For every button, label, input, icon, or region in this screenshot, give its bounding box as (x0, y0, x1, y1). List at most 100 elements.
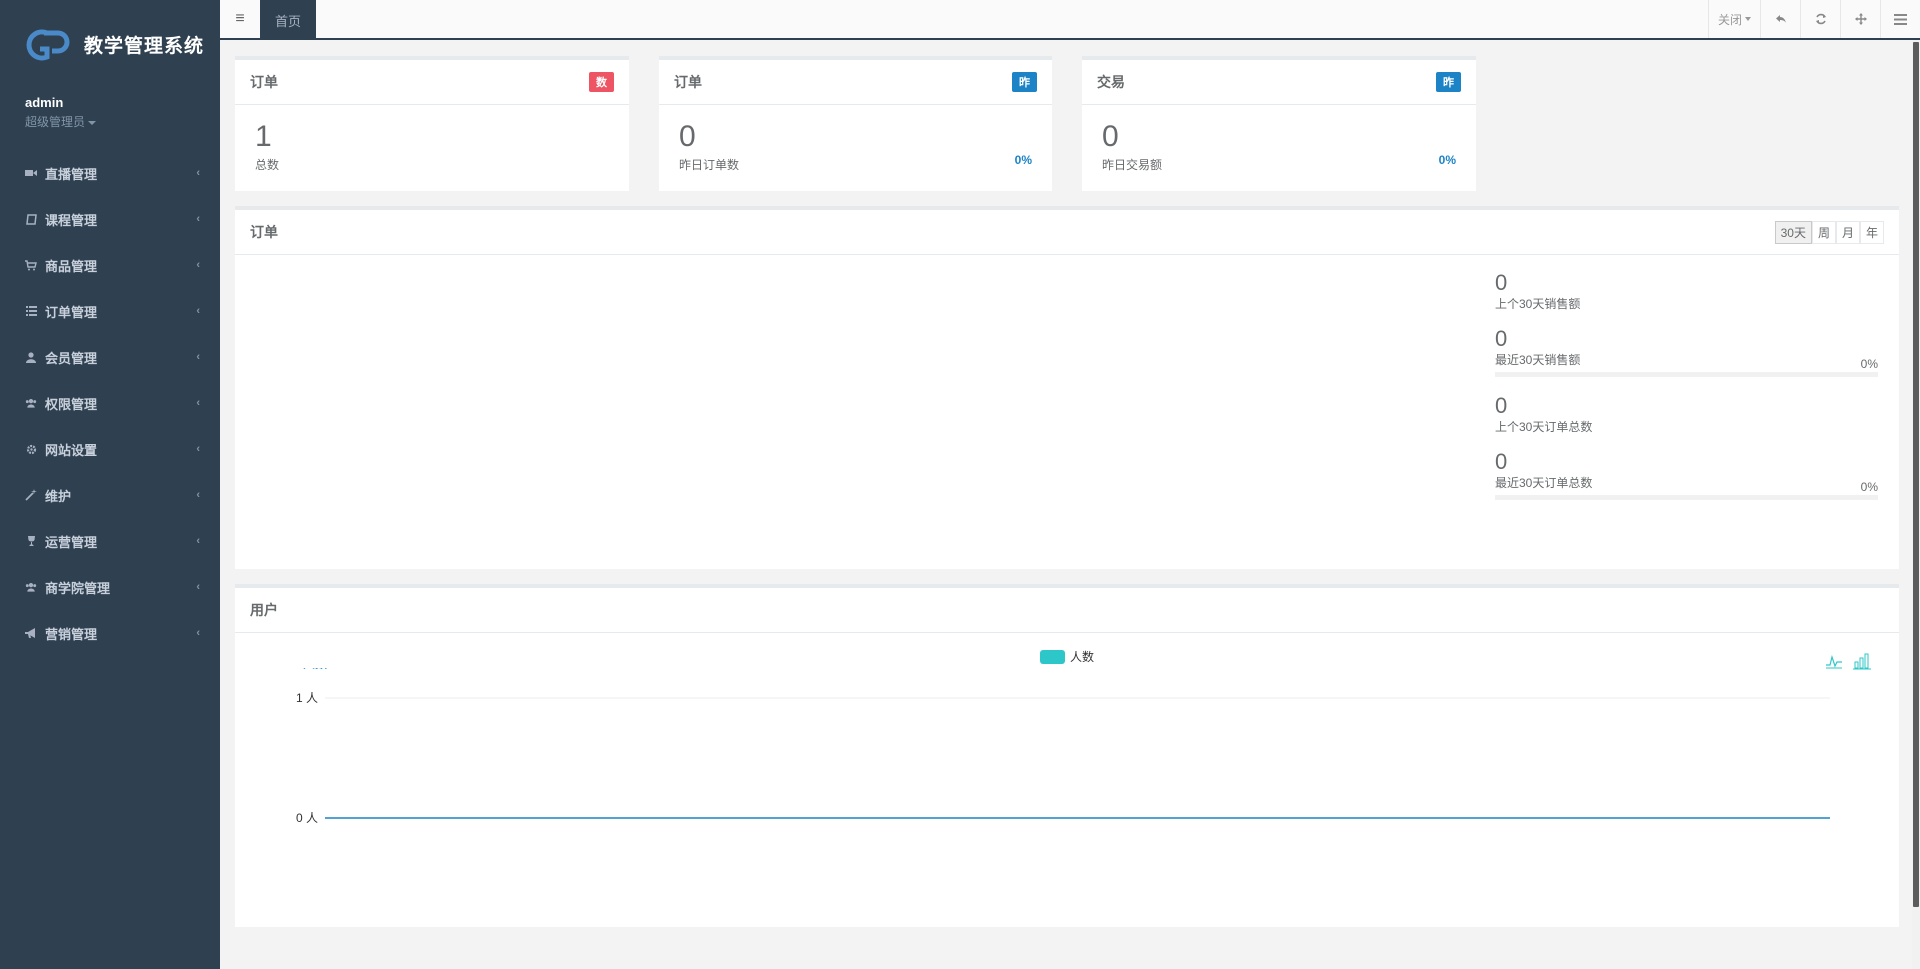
sidebar-item-label: 会员管理 (45, 350, 98, 366)
chevron-left-icon: ‹ (196, 627, 200, 639)
stat-badge: 昨 (1012, 72, 1037, 92)
sidebar-item-5[interactable]: 权限管理 ‹ (0, 380, 220, 426)
sidebar-nav: 直播管理 ‹ 课程管理 ‹ 商品管理 ‹ 订单管理 ‹ 会员管理 ‹ 权限管理 ‹ 网站设置 ‹ 维护 ‹ 运营… (0, 150, 220, 656)
user-profile[interactable]: admin 超级管理员 (25, 95, 97, 130)
legend-swatch (1040, 649, 1065, 664)
hamburger-icon: ≡ (235, 10, 245, 27)
user-name: admin (25, 95, 64, 110)
chevron-left-icon: ‹ (196, 397, 200, 409)
users-icon (25, 397, 37, 409)
back-button[interactable] (1760, 0, 1800, 38)
stat-card-orders-total: 订单 数 1 总数 (235, 56, 629, 191)
user-role-dropdown[interactable]: 超级管理员 (25, 113, 97, 130)
right-sidebar-button[interactable] (1880, 0, 1920, 38)
sidebar-item-label: 课程管理 (45, 212, 98, 228)
sidebar-item-label: 订单管理 (45, 304, 98, 320)
stat-percent: 0% (1438, 153, 1456, 167)
summary-label: 最近30天订单总数 (1495, 476, 1593, 490)
orders-panel-title: 订单 (250, 224, 278, 240)
trophy-icon (25, 535, 37, 547)
summary-label: 最近30天销售额 (1495, 353, 1581, 367)
sidebar-item-label: 运营管理 (45, 534, 98, 550)
chevron-left-icon: ‹ (196, 535, 200, 547)
stat-percent: 0% (1014, 153, 1032, 167)
sidebar-item-label: 商学院管理 (45, 580, 111, 596)
range-year-button[interactable]: 年 (1859, 220, 1884, 244)
logo-icon (24, 27, 74, 61)
y-axis-title: 人数 (303, 668, 327, 671)
chevron-left-icon: ‹ (196, 167, 200, 179)
user-role: 超级管理员 (25, 115, 86, 129)
range-30days-button[interactable]: 30天 (1774, 220, 1812, 244)
users-icon (25, 581, 37, 593)
range-week-button[interactable]: 周 (1811, 220, 1836, 244)
sidebar-item-label: 网站设置 (45, 442, 98, 458)
range-month-button[interactable]: 月 (1835, 220, 1860, 244)
sidebar-item-9[interactable]: 商学院管理 ‹ (0, 564, 220, 610)
sidebar-item-3[interactable]: 订单管理 ‹ (0, 288, 220, 334)
fullscreen-button[interactable] (1840, 0, 1880, 38)
scrollbar-thumb[interactable] (1913, 42, 1919, 907)
magic-wand-icon (25, 489, 37, 501)
stat-badge: 昨 (1436, 72, 1461, 92)
summary-recent30-orders: 0 最近30天订单总数 0% (1495, 450, 1878, 500)
summary-value: 0 (1495, 270, 1508, 295)
caret-down-icon (1745, 17, 1751, 21)
summary-progress-bar (1495, 372, 1878, 377)
summary-percent: 0% (1860, 480, 1878, 494)
tab-home[interactable]: 首页 (260, 0, 317, 40)
sidebar-item-label: 维护 (45, 488, 72, 504)
menu-toggle-button[interactable]: ≡ (220, 0, 260, 38)
sidebar-item-2[interactable]: 商品管理 ‹ (0, 242, 220, 288)
summary-recent30-sales: 0 最近30天销售额 0% (1495, 327, 1878, 377)
y-tick-label: 0 人 (296, 811, 318, 825)
chevron-left-icon: ‹ (196, 489, 200, 501)
chevron-left-icon: ‹ (196, 581, 200, 593)
chart-legend[interactable]: 人数 (1040, 648, 1094, 665)
summary-progress-bar (1495, 495, 1878, 500)
stat-desc: 昨日订单数 (679, 158, 740, 172)
summary-value: 0 (1495, 326, 1508, 351)
brand-logo[interactable]: 教学管理系统 (24, 26, 204, 62)
summary-label: 上个30天销售额 (1495, 297, 1581, 311)
shopping-cart-icon (25, 259, 37, 271)
sidebar-item-10[interactable]: 营销管理 ‹ (0, 610, 220, 656)
sidebar-item-4[interactable]: 会员管理 ‹ (0, 334, 220, 380)
chevron-left-icon: ‹ (196, 259, 200, 271)
bullhorn-icon (25, 627, 37, 639)
refresh-button[interactable] (1800, 0, 1840, 38)
orders-panel: 订单 30天 周 月 年 0 上个30天销售额 0 最近30天销售额 0% 0 … (235, 206, 1899, 569)
users-panel-title: 用户 (250, 602, 278, 618)
y-tick-label: 1 人 (296, 691, 318, 705)
summary-value: 0 (1495, 393, 1508, 418)
reply-icon (1775, 15, 1786, 23)
sidebar-item-0[interactable]: 直播管理 ‹ (0, 150, 220, 196)
chevron-left-icon: ‹ (196, 305, 200, 317)
close-tabs-label: 关闭 (1717, 12, 1742, 27)
page-scrollbar[interactable] (1912, 40, 1920, 969)
legend-label: 人数 (1070, 650, 1095, 664)
summary-last30-sales: 0 上个30天销售额 (1495, 271, 1878, 312)
users-panel: 用户 人数 人数 0 人 1 人 (235, 584, 1899, 927)
stat-card-title: 交易 (1097, 74, 1125, 90)
top-bar: ≡ 首页 关闭 (220, 0, 1920, 40)
sidebar-item-7[interactable]: 维护 ‹ (0, 472, 220, 518)
chevron-left-icon: ‹ (196, 351, 200, 363)
stat-desc: 总数 (255, 158, 280, 172)
close-tabs-dropdown[interactable]: 关闭 (1708, 0, 1760, 38)
range-button-group: 30天 周 月 年 (1774, 220, 1884, 244)
chevron-left-icon: ‹ (196, 213, 200, 225)
book-icon (25, 213, 37, 225)
sidebar: 教学管理系统 admin 超级管理员 直播管理 ‹ 课程管理 ‹ 商品管理 ‹ 订单管理 ‹ 会… (0, 0, 220, 969)
refresh-icon (1815, 13, 1826, 25)
stat-value: 0 (679, 120, 696, 153)
sidebar-item-6[interactable]: 网站设置 ‹ (0, 426, 220, 472)
user-icon (25, 351, 37, 363)
brand-title: 教学管理系统 (84, 35, 205, 57)
stat-card-trade-yesterday: 交易 昨 0 昨日交易额 0% (1082, 56, 1476, 191)
arrows-icon (1854, 13, 1867, 25)
sidebar-item-1[interactable]: 课程管理 ‹ (0, 196, 220, 242)
stat-card-orders-yesterday: 订单 昨 0 昨日订单数 0% (659, 56, 1052, 191)
sidebar-item-8[interactable]: 运营管理 ‹ (0, 518, 220, 564)
stat-card-title: 订单 (250, 74, 278, 90)
